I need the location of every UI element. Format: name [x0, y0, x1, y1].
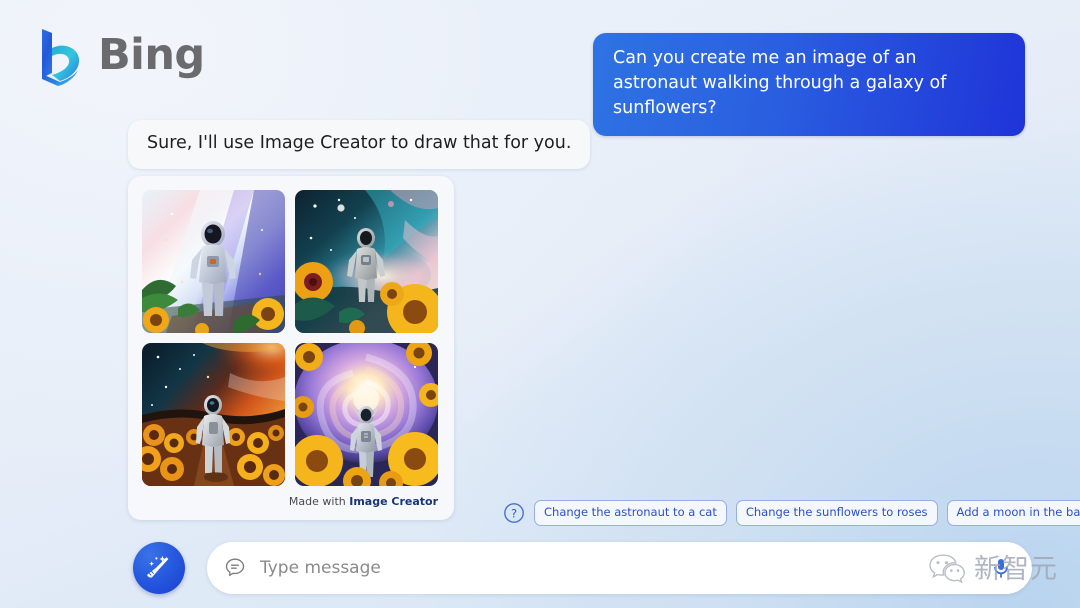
conversation-area: Can you create me an image of an astrona…	[0, 0, 1080, 608]
svg-text:?: ?	[511, 506, 517, 520]
new-topic-button[interactable]	[133, 542, 185, 594]
suggestion-chips-row: ? Change the astronaut to a cat Change t…	[503, 500, 1080, 526]
question-circle-icon[interactable]: ?	[503, 502, 525, 524]
image-thumbnail-3[interactable]	[142, 343, 285, 486]
image-creator-attribution: Made with Image Creator	[142, 486, 440, 515]
bing-chat-app: Bing Can you create me an image of an as…	[0, 0, 1080, 608]
suggestion-chip-2[interactable]: Change the sunflowers to roses	[735, 500, 938, 526]
image-results-grid	[142, 190, 440, 486]
suggestion-chip-3[interactable]: Add a moon in the background	[946, 500, 1080, 526]
attribution-prefix: Made with	[288, 495, 350, 508]
message-input[interactable]	[247, 558, 988, 578]
message-composer	[133, 542, 1032, 594]
image-thumbnail-4[interactable]	[295, 343, 438, 486]
microphone-button[interactable]	[988, 555, 1014, 581]
broom-sparkle-icon	[144, 553, 174, 583]
chat-bubble-icon	[223, 556, 247, 580]
bot-message-bubble: Sure, I'll use Image Creator to draw tha…	[128, 120, 591, 169]
attribution-brand: Image Creator	[349, 495, 438, 508]
image-thumbnail-2[interactable]	[295, 190, 438, 333]
image-thumbnail-1[interactable]	[142, 190, 285, 333]
microphone-icon	[988, 555, 1014, 581]
image-results-card: Made with Image Creator	[128, 176, 454, 520]
message-input-wrapper[interactable]	[207, 542, 1032, 594]
suggestion-chip-1[interactable]: Change the astronaut to a cat	[534, 500, 727, 526]
user-message-bubble: Can you create me an image of an astrona…	[593, 33, 1025, 136]
